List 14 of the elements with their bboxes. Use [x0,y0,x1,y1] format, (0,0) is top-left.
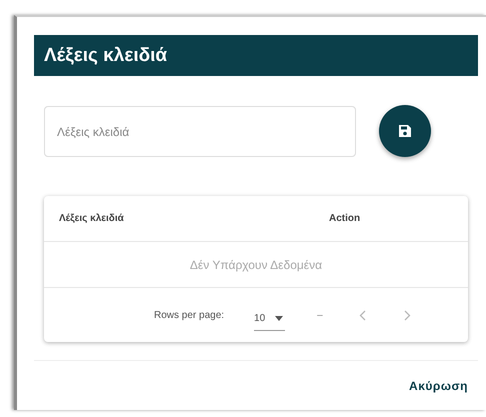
caret-icon [275,316,284,321]
keywords-field[interactable]: Λέξεις κλειδιά [44,106,356,157]
column-header[interactable]: Λέξεις κλειδιά [44,213,329,224]
chevron-right-icon [404,310,411,320]
chevron-left-icon [358,310,366,320]
page-range: – [317,310,323,320]
rows-per-page-select[interactable]: 10 [254,309,286,331]
save-icon [398,124,412,138]
cancel-button[interactable]: Ακύρωση [405,375,472,397]
column-header[interactable]: Action [329,213,360,224]
save-button[interactable] [379,104,431,156]
empty-message: Δέν Υπάρχουν Δεδομένα [190,258,322,272]
dialog-title: Λέξεις κλειδιά [34,35,478,76]
rows-per-page-label: Rows per page: [154,310,224,320]
